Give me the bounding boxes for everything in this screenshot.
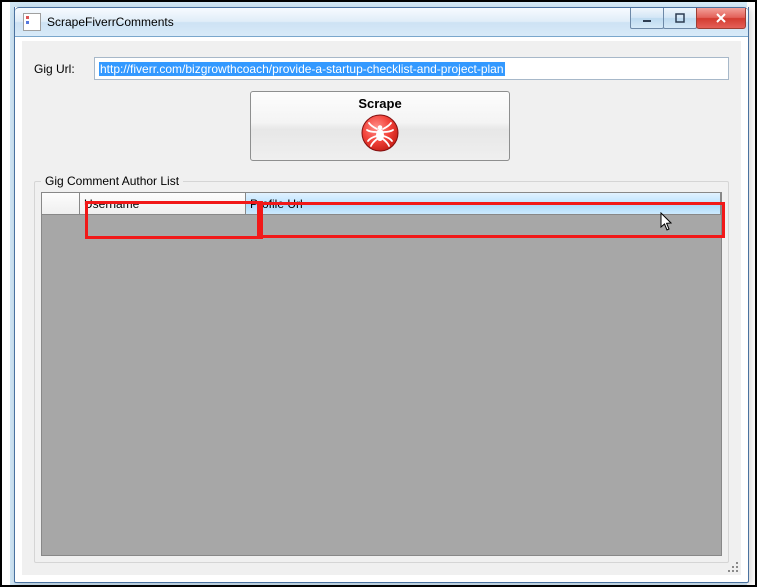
column-header-username-label: Username bbox=[84, 197, 139, 211]
scrape-button[interactable]: Scrape bbox=[250, 91, 510, 161]
column-header-username[interactable]: Username bbox=[80, 193, 246, 215]
app-window: ScrapeFiverrComments Gig Url: http://fiv… bbox=[14, 7, 749, 583]
data-grid[interactable]: Username Profile Url bbox=[41, 192, 722, 556]
gig-url-input[interactable]: http://fiverr.com/bizgrowthcoach/provide… bbox=[94, 57, 729, 80]
resize-grip-icon bbox=[727, 561, 739, 573]
cursor-icon bbox=[660, 212, 674, 235]
client-area: Gig Url: http://fiverr.com/bizgrowthcoac… bbox=[22, 41, 741, 575]
gig-url-value: http://fiverr.com/bizgrowthcoach/provide… bbox=[99, 62, 505, 76]
minimize-button[interactable] bbox=[630, 8, 664, 29]
window-controls bbox=[631, 8, 746, 28]
window-title: ScrapeFiverrComments bbox=[47, 15, 174, 29]
grid-header-row: Username Profile Url bbox=[42, 193, 721, 215]
scrape-button-label: Scrape bbox=[358, 96, 401, 111]
spider-icon bbox=[360, 113, 400, 153]
gig-url-label: Gig Url: bbox=[34, 62, 94, 76]
row-header-corner[interactable] bbox=[42, 193, 80, 215]
column-header-profile-url[interactable]: Profile Url bbox=[246, 193, 721, 215]
maximize-button[interactable] bbox=[663, 8, 697, 29]
author-list-groupbox: Gig Comment Author List Username Profile… bbox=[34, 181, 729, 563]
groupbox-label: Gig Comment Author List bbox=[41, 174, 183, 188]
gig-url-row: Gig Url: http://fiverr.com/bizgrowthcoac… bbox=[34, 57, 729, 80]
titlebar[interactable]: ScrapeFiverrComments bbox=[15, 7, 748, 37]
column-header-profile-url-label: Profile Url bbox=[250, 197, 303, 211]
close-button[interactable] bbox=[696, 8, 746, 29]
app-icon bbox=[23, 13, 41, 31]
